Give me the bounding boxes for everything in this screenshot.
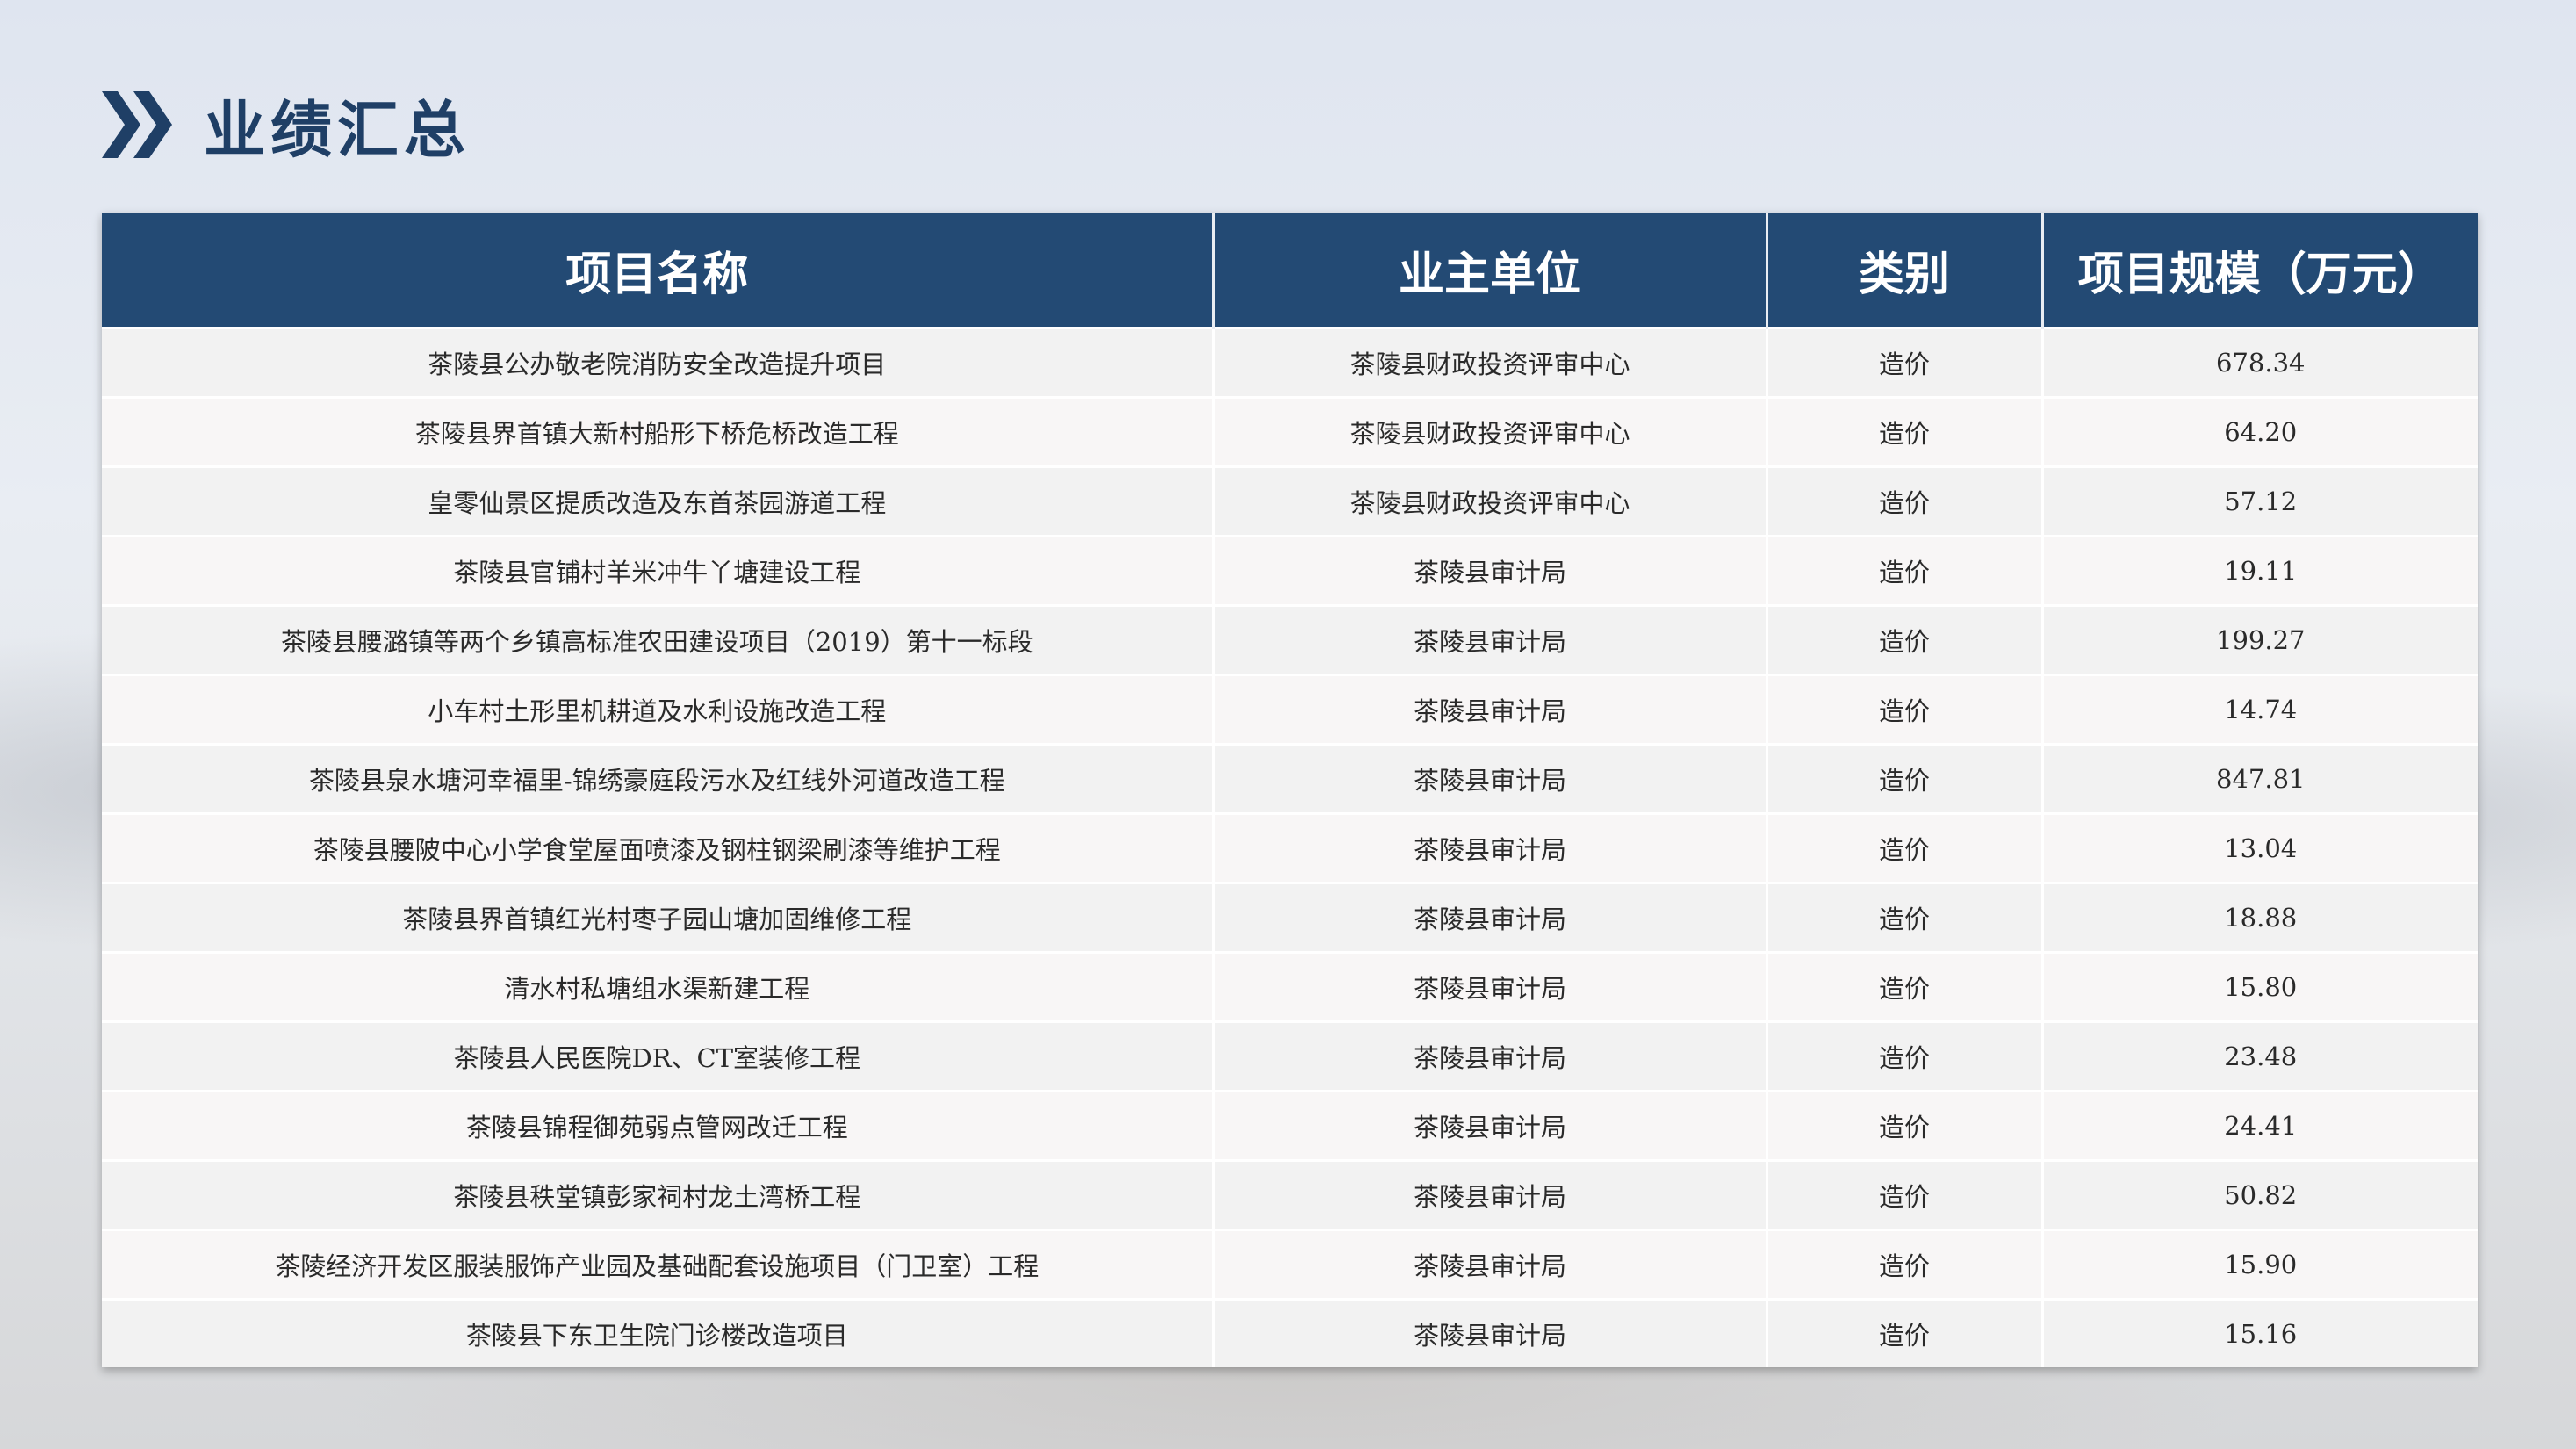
cell-category: 造价 xyxy=(1767,327,2044,398)
page-header: 业绩汇总 xyxy=(102,81,471,169)
cell-owner-unit: 茶陵县审计局 xyxy=(1213,1090,1768,1161)
cell-owner-unit: 茶陵县审计局 xyxy=(1213,1159,1768,1230)
cell-owner-unit: 茶陵县审计局 xyxy=(1213,535,1768,606)
table-row: 茶陵县界首镇大新村船形下桥危桥改造工程 茶陵县财政投资评审中心 造价 64.20 xyxy=(102,396,2478,467)
cell-project-scale: 15.80 xyxy=(2042,951,2478,1022)
cell-owner-unit: 茶陵县审计局 xyxy=(1213,743,1768,814)
cell-owner-unit: 茶陵县审计局 xyxy=(1213,812,1768,883)
cell-owner-unit: 茶陵县审计局 xyxy=(1213,1020,1768,1092)
header-project-scale: 项目规模（万元） xyxy=(2042,213,2478,328)
cell-category: 造价 xyxy=(1767,1159,2044,1230)
table-header-row: 项目名称 业主单位 类别 项目规模（万元） xyxy=(102,213,2478,328)
table-row: 茶陵县腰潞镇等两个乡镇高标准农田建设项目（2019）第十一标段 茶陵县审计局 造价 1… xyxy=(102,604,2478,675)
cell-project-scale: 18.88 xyxy=(2042,882,2478,953)
cell-project-scale: 14.74 xyxy=(2042,674,2478,745)
table-row: 茶陵县公办敬老院消防安全改造提升项目 茶陵县财政投资评审中心 造价 678.34 xyxy=(102,327,2478,398)
table-row: 皇零仙景区提质改造及东首茶园游道工程 茶陵县财政投资评审中心 造价 57.12 xyxy=(102,465,2478,537)
cell-project-scale: 15.16 xyxy=(2042,1298,2478,1367)
cell-owner-unit: 茶陵县财政投资评审中心 xyxy=(1213,396,1768,467)
cell-owner-unit: 茶陵县财政投资评审中心 xyxy=(1213,327,1768,398)
page-title: 业绩汇总 xyxy=(204,93,471,166)
cell-project-name: 茶陵县公办敬老院消防安全改造提升项目 xyxy=(102,327,1215,398)
cell-owner-unit: 茶陵县审计局 xyxy=(1213,604,1768,675)
cell-category: 造价 xyxy=(1767,882,2044,953)
cell-project-scale: 199.27 xyxy=(2042,604,2478,675)
cell-category: 造价 xyxy=(1767,1298,2044,1367)
cell-project-scale: 847.81 xyxy=(2042,743,2478,814)
table-row: 茶陵县人民医院DR、CT室装修工程 茶陵县审计局 造价 23.48 xyxy=(102,1020,2478,1092)
cell-category: 造价 xyxy=(1767,1090,2044,1161)
cell-project-name: 茶陵县锦程御苑弱点管网改迁工程 xyxy=(102,1090,1215,1161)
cell-project-scale: 19.11 xyxy=(2042,535,2478,606)
cell-project-scale: 24.41 xyxy=(2042,1090,2478,1161)
cell-project-name: 清水村私塘组水渠新建工程 xyxy=(102,951,1215,1022)
table-row: 茶陵县泉水塘河幸福里-锦绣豪庭段污水及红线外河道改造工程 茶陵县审计局 造价 847.… xyxy=(102,743,2478,814)
cell-project-name: 茶陵县官铺村羊米冲牛丫塘建设工程 xyxy=(102,535,1215,606)
cell-project-name: 皇零仙景区提质改造及东首茶园游道工程 xyxy=(102,465,1215,537)
table-row: 茶陵县下东卫生院门诊楼改造项目 茶陵县审计局 造价 15.16 xyxy=(102,1298,2478,1367)
cell-owner-unit: 茶陵县审计局 xyxy=(1213,951,1768,1022)
cell-category: 造价 xyxy=(1767,674,2044,745)
cell-owner-unit: 茶陵县审计局 xyxy=(1213,1229,1768,1300)
table-row: 茶陵县秩堂镇彭家祠村龙土湾桥工程 茶陵县审计局 造价 50.82 xyxy=(102,1159,2478,1230)
cell-project-scale: 13.04 xyxy=(2042,812,2478,883)
cell-category: 造价 xyxy=(1767,743,2044,814)
cell-category: 造价 xyxy=(1767,396,2044,467)
cell-project-scale: 64.20 xyxy=(2042,396,2478,467)
cell-project-name: 茶陵县界首镇红光村枣子园山塘加固维修工程 xyxy=(102,882,1215,953)
cell-project-name: 茶陵县下东卫生院门诊楼改造项目 xyxy=(102,1298,1215,1367)
cell-owner-unit: 茶陵县财政投资评审中心 xyxy=(1213,465,1768,537)
header-owner-unit: 业主单位 xyxy=(1213,213,1768,328)
cell-category: 造价 xyxy=(1767,812,2044,883)
table-row: 茶陵县腰陂中心小学食堂屋面喷漆及钢柱钢梁刷漆等维护工程 茶陵县审计局 造价 13.04 xyxy=(102,812,2478,883)
cell-owner-unit: 茶陵县审计局 xyxy=(1213,1298,1768,1367)
table-row: 茶陵县界首镇红光村枣子园山塘加固维修工程 茶陵县审计局 造价 18.88 xyxy=(102,882,2478,953)
cell-category: 造价 xyxy=(1767,535,2044,606)
cell-project-name: 茶陵县界首镇大新村船形下桥危桥改造工程 xyxy=(102,396,1215,467)
cell-category: 造价 xyxy=(1767,465,2044,537)
header-project-name: 项目名称 xyxy=(102,213,1215,328)
header-category: 类别 xyxy=(1767,213,2044,328)
cell-project-name: 茶陵县腰陂中心小学食堂屋面喷漆及钢柱钢梁刷漆等维护工程 xyxy=(102,812,1215,883)
cell-project-scale: 50.82 xyxy=(2042,1159,2478,1230)
double-chevron-right-icon xyxy=(102,91,172,158)
table-row: 清水村私塘组水渠新建工程 茶陵县审计局 造价 15.80 xyxy=(102,951,2478,1022)
cell-owner-unit: 茶陵县审计局 xyxy=(1213,882,1768,953)
cell-category: 造价 xyxy=(1767,1229,2044,1300)
cell-category: 造价 xyxy=(1767,604,2044,675)
performance-table: 项目名称 业主单位 类别 项目规模（万元） 茶陵县公办敬老院消防安全改造提升项目… xyxy=(102,213,2478,1367)
cell-project-scale: 678.34 xyxy=(2042,327,2478,398)
table-row: 茶陵县官铺村羊米冲牛丫塘建设工程 茶陵县审计局 造价 19.11 xyxy=(102,535,2478,606)
cell-project-scale: 15.90 xyxy=(2042,1229,2478,1300)
cell-project-name: 茶陵县腰潞镇等两个乡镇高标准农田建设项目（2019）第十一标段 xyxy=(102,604,1215,675)
cell-project-scale: 23.48 xyxy=(2042,1020,2478,1092)
cell-category: 造价 xyxy=(1767,1020,2044,1092)
table-row: 小车村土形里机耕道及水利设施改造工程 茶陵县审计局 造价 14.74 xyxy=(102,674,2478,745)
table-row: 茶陵县锦程御苑弱点管网改迁工程 茶陵县审计局 造价 24.41 xyxy=(102,1090,2478,1161)
cell-project-name: 茶陵县泉水塘河幸福里-锦绣豪庭段污水及红线外河道改造工程 xyxy=(102,743,1215,814)
cell-owner-unit: 茶陵县审计局 xyxy=(1213,674,1768,745)
table-row: 茶陵经济开发区服装服饰产业园及基础配套设施项目（门卫室）工程 茶陵县审计局 造价 15… xyxy=(102,1229,2478,1300)
cell-project-name: 小车村土形里机耕道及水利设施改造工程 xyxy=(102,674,1215,745)
cell-category: 造价 xyxy=(1767,951,2044,1022)
cell-project-name: 茶陵县秩堂镇彭家祠村龙土湾桥工程 xyxy=(102,1159,1215,1230)
cell-project-name: 茶陵经济开发区服装服饰产业园及基础配套设施项目（门卫室）工程 xyxy=(102,1229,1215,1300)
cell-project-scale: 57.12 xyxy=(2042,465,2478,537)
cell-project-name: 茶陵县人民医院DR、CT室装修工程 xyxy=(102,1020,1215,1092)
